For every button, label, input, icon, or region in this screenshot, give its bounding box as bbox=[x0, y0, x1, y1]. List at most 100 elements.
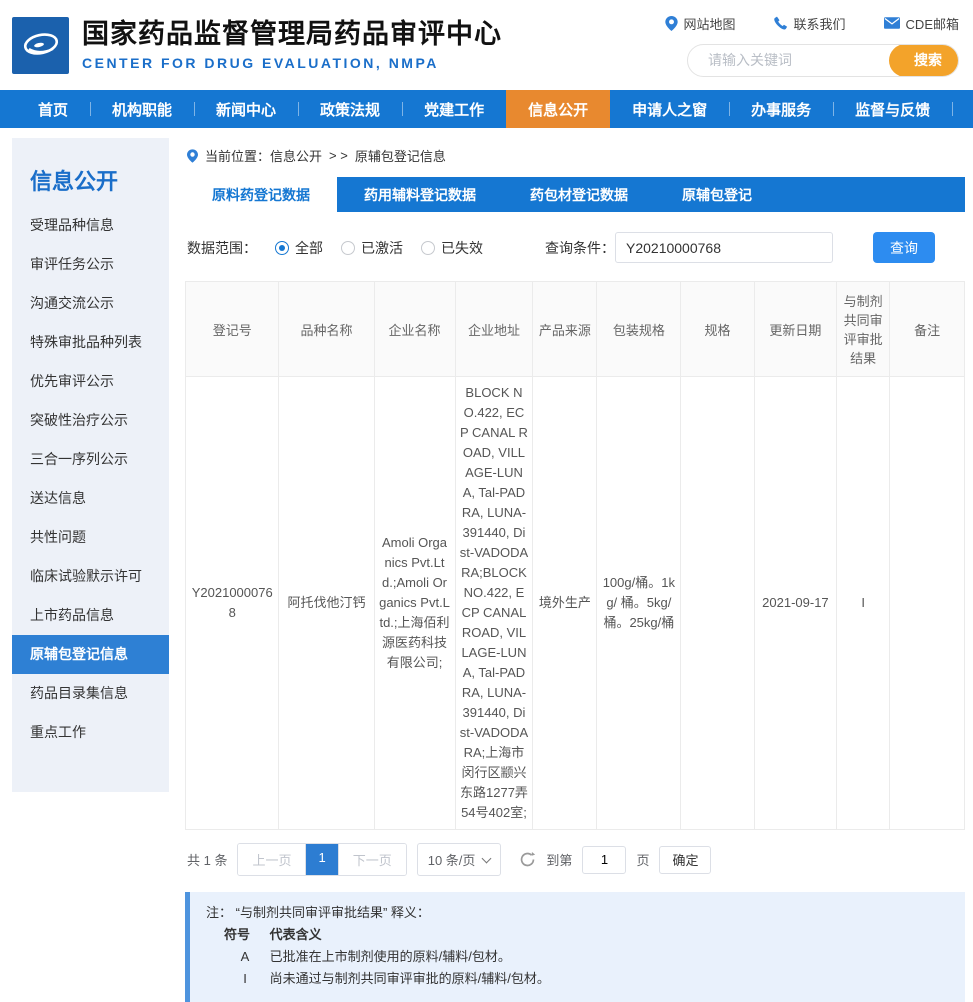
map-pin-icon bbox=[665, 16, 678, 31]
refresh-button[interactable] bbox=[519, 851, 536, 868]
note-col-meaning: 代表含义 bbox=[270, 927, 322, 942]
table-header-row: 登记号 品种名称 企业名称 企业地址 产品来源 包装规格 规格 更新日期 与制剂… bbox=[186, 282, 965, 377]
breadcrumb-current[interactable]: 原辅包登记信息 bbox=[355, 146, 446, 165]
site-search: 搜索 bbox=[687, 44, 959, 77]
registration-table: 登记号 品种名称 企业名称 企业地址 产品来源 包装规格 规格 更新日期 与制剂… bbox=[185, 281, 965, 830]
col-source: 产品来源 bbox=[533, 282, 597, 377]
nav-item-applicant-window[interactable]: 申请人之窗 bbox=[610, 90, 729, 128]
sidebar-item-delivery-info[interactable]: 送达信息 bbox=[12, 479, 169, 518]
sidebar-title: 信息公开 bbox=[12, 156, 169, 206]
tab-packaging-registration[interactable]: 药包材登记数据 bbox=[503, 177, 655, 212]
cell-spec bbox=[681, 377, 754, 830]
site-search-button[interactable]: 搜索 bbox=[889, 44, 959, 77]
scope-radio-all[interactable]: 全部 bbox=[275, 238, 323, 258]
contact-link[interactable]: 联系我们 bbox=[774, 14, 846, 33]
cell-reg-no: Y20210000768 bbox=[186, 377, 279, 830]
query-button[interactable]: 查询 bbox=[873, 232, 935, 263]
sidebar-item-breakthrough-therapy[interactable]: 突破性治疗公示 bbox=[12, 401, 169, 440]
note-title: 注： “与制剂共同审评审批结果” 释义： bbox=[206, 902, 949, 924]
sidebar: 信息公开 受理品种信息 审评任务公示 沟通交流公示 特殊审批品种列表 优先审评公… bbox=[12, 138, 169, 792]
note-column-headers: 符号 代表含义 bbox=[206, 924, 949, 946]
cell-source: 境外生产 bbox=[533, 377, 597, 830]
cde-mail-label: CDE邮箱 bbox=[906, 14, 959, 33]
nav-item-registration-platform[interactable]: 登记备案平台 bbox=[952, 90, 973, 128]
goto-label: 到第 bbox=[546, 850, 572, 869]
scope-radio-activated[interactable]: 已激活 bbox=[341, 238, 403, 258]
next-page-button[interactable]: 下一页 bbox=[339, 844, 406, 875]
breadcrumb-arrows: > > bbox=[329, 148, 348, 163]
top-links: 网站地图 联系我们 CDE邮箱 bbox=[665, 14, 959, 33]
query-label: 查询条件： bbox=[545, 238, 615, 258]
nav-item-supervision-feedback[interactable]: 监督与反馈 bbox=[833, 90, 952, 128]
breadcrumb: 当前位置：信息公开 > > 原辅包登记信息 bbox=[185, 138, 965, 177]
chevron-down-icon bbox=[482, 853, 492, 863]
sidebar-item-common-issues[interactable]: 共性问题 bbox=[12, 518, 169, 557]
mail-icon bbox=[884, 17, 900, 29]
col-company: 企业名称 bbox=[374, 282, 455, 377]
nav-item-services[interactable]: 办事服务 bbox=[729, 90, 833, 128]
sidebar-item-three-in-one-sequence[interactable]: 三合一序列公示 bbox=[12, 440, 169, 479]
data-tabs: 原料药登记数据 药用辅料登记数据 药包材登记数据 原辅包登记 bbox=[185, 177, 965, 212]
goto-confirm-button[interactable]: 确定 bbox=[659, 846, 711, 874]
sidebar-item-clinical-trial-license[interactable]: 临床试验默示许可 bbox=[12, 557, 169, 596]
prev-page-button[interactable]: 上一页 bbox=[238, 844, 306, 875]
refresh-icon bbox=[519, 851, 536, 868]
site-title-en: CENTER FOR DRUG EVALUATION, NMPA bbox=[82, 55, 502, 71]
cell-company: Amoli Organics Pvt.Ltd.;Amoli Organics P… bbox=[374, 377, 455, 830]
cell-approval-result: I bbox=[837, 377, 890, 830]
tab-raw-excipient-package[interactable]: 原辅包登记 bbox=[655, 177, 779, 212]
note-meaning-i: 尚未通过与制剂共同审评审批的原料/辅料/包材。 bbox=[270, 971, 550, 986]
cde-mail-link[interactable]: CDE邮箱 bbox=[884, 14, 959, 33]
nav-item-news[interactable]: 新闻中心 bbox=[194, 90, 298, 128]
nav-item-functions[interactable]: 机构职能 bbox=[90, 90, 194, 128]
total-count: 共 1 条 bbox=[187, 850, 227, 869]
sidebar-item-special-approval-list[interactable]: 特殊审批品种列表 bbox=[12, 323, 169, 362]
page-number-1[interactable]: 1 bbox=[306, 844, 338, 875]
scope-option-all-label: 全部 bbox=[295, 238, 323, 258]
cell-address: BLOCK NO.422, ECP CANAL ROAD, VILLAGE-LU… bbox=[455, 377, 533, 830]
sidebar-item-communication[interactable]: 沟通交流公示 bbox=[12, 284, 169, 323]
table-row: Y20210000768 阿托伐他汀钙 Amoli Organics Pvt.L… bbox=[186, 377, 965, 830]
cell-product-name: 阿托伐他汀钙 bbox=[279, 377, 374, 830]
sidebar-item-key-work[interactable]: 重点工作 bbox=[12, 713, 169, 752]
nav-item-info-disclosure[interactable]: 信息公开 bbox=[506, 90, 610, 128]
cell-packaging: 100g/桶。1kg/ 桶。5kg/桶。25kg/桶 bbox=[597, 377, 681, 830]
note-col-symbol: 符号 bbox=[224, 924, 266, 946]
goto-unit: 页 bbox=[636, 850, 649, 869]
site-search-input[interactable] bbox=[708, 52, 889, 68]
scope-radio-expired[interactable]: 已失效 bbox=[421, 238, 483, 258]
col-remark: 备注 bbox=[890, 282, 965, 377]
tab-api-registration[interactable]: 原料药登记数据 bbox=[185, 177, 337, 212]
filter-bar: 数据范围： 全部 已激活 已失效 查询条件： 查询 bbox=[185, 212, 965, 281]
nav-item-policy[interactable]: 政策法规 bbox=[298, 90, 402, 128]
phone-icon bbox=[774, 16, 788, 30]
scope-option-activated-label: 已激活 bbox=[361, 238, 403, 258]
location-pin-icon bbox=[187, 149, 198, 163]
col-update-date: 更新日期 bbox=[754, 282, 837, 377]
sidebar-item-accepted-varieties[interactable]: 受理品种信息 bbox=[12, 206, 169, 245]
nav-item-home[interactable]: 首页 bbox=[16, 90, 90, 128]
nav-item-party-building[interactable]: 党建工作 bbox=[402, 90, 506, 128]
sitemap-label: 网站地图 bbox=[684, 14, 736, 33]
radio-selected-icon bbox=[275, 241, 289, 255]
goto-page-input[interactable] bbox=[582, 846, 626, 874]
radio-unselected-icon bbox=[421, 241, 435, 255]
query-input[interactable] bbox=[615, 232, 833, 263]
radio-unselected-icon bbox=[341, 241, 355, 255]
page-buttons: 上一页 1 下一页 bbox=[237, 843, 406, 876]
tab-excipient-registration[interactable]: 药用辅料登记数据 bbox=[337, 177, 503, 212]
sidebar-item-raw-excipient-package-registration[interactable]: 原辅包登记信息 bbox=[12, 635, 169, 674]
note-symbol-a: A bbox=[224, 946, 266, 968]
page-size-select[interactable]: 10 条/页 bbox=[417, 843, 502, 876]
sidebar-item-marketed-drugs[interactable]: 上市药品信息 bbox=[12, 596, 169, 635]
contact-label: 联系我们 bbox=[794, 14, 846, 33]
sidebar-item-drug-catalog[interactable]: 药品目录集信息 bbox=[12, 674, 169, 713]
col-spec: 规格 bbox=[681, 282, 754, 377]
sidebar-item-priority-review[interactable]: 优先审评公示 bbox=[12, 362, 169, 401]
sitemap-link[interactable]: 网站地图 bbox=[665, 14, 736, 33]
cde-logo bbox=[12, 17, 69, 74]
note-symbol-i: I bbox=[224, 968, 266, 990]
col-address: 企业地址 bbox=[455, 282, 533, 377]
cell-update-date: 2021-09-17 bbox=[754, 377, 837, 830]
sidebar-item-review-tasks[interactable]: 审评任务公示 bbox=[12, 245, 169, 284]
